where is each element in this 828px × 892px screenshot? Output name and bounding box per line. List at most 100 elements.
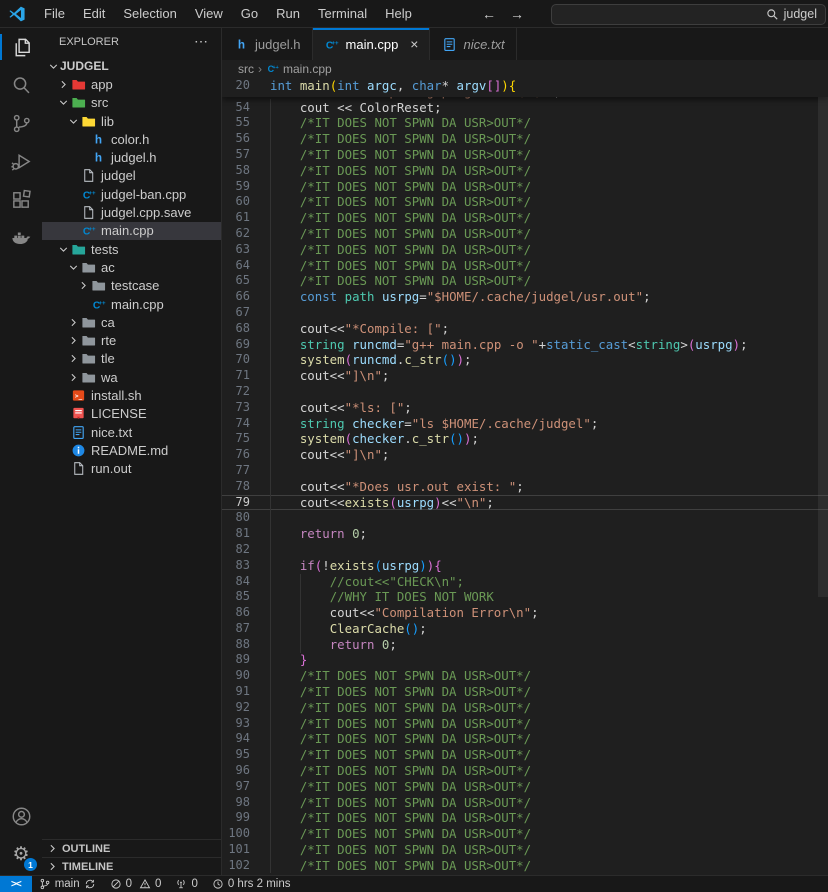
tree-item-testcase[interactable]: testcase xyxy=(42,277,221,295)
tree-item-ca[interactable]: ca xyxy=(42,313,221,331)
sticky-scroll-line[interactable]: 20int main(int argc, char* argv[]){ xyxy=(222,78,828,97)
breadcrumb-folder[interactable]: src xyxy=(238,62,254,76)
code-line[interactable]: 68 cout<<"*Compile: ["; xyxy=(222,321,828,337)
code-line[interactable]: 99 /*IT DOES NOT SPWN DA USR>OUT*/ xyxy=(222,810,828,826)
tree-item-src[interactable]: src xyxy=(42,94,221,112)
activity-source-control-icon[interactable] xyxy=(0,104,42,142)
vertical-scrollbar[interactable] xyxy=(818,97,828,597)
menu-file[interactable]: File xyxy=(35,0,74,27)
command-center-search[interactable]: judgel xyxy=(551,4,826,25)
code-line[interactable]: 75 system(checker.c_str()); xyxy=(222,431,828,447)
code-line[interactable]: 97 /*IT DOES NOT SPWN DA USR>OUT*/ xyxy=(222,779,828,795)
chevron-right-icon[interactable] xyxy=(66,315,80,329)
chevron-right-icon[interactable] xyxy=(76,279,90,293)
code-line[interactable]: 71 cout<<"]\n"; xyxy=(222,368,828,384)
tree-item-judgel-cpp-save[interactable]: judgel.cpp.save xyxy=(42,203,221,221)
menu-view[interactable]: View xyxy=(186,0,232,27)
tree-item-ac[interactable]: ac xyxy=(42,258,221,276)
panel-outline[interactable]: OUTLINE xyxy=(42,839,221,857)
code-line[interactable]: 59 /*IT DOES NOT SPWN DA USR>OUT*/ xyxy=(222,179,828,195)
code-line[interactable]: 85 //WHY IT DOES NOT WORK xyxy=(222,589,828,605)
activity-extensions-icon[interactable] xyxy=(0,180,42,218)
code-line[interactable]: 74 string checker="ls $HOME/.cache/judge… xyxy=(222,416,828,432)
code-line[interactable]: 55 /*IT DOES NOT SPWN DA USR>OUT*/ xyxy=(222,115,828,131)
tree-item-run-out[interactable]: run.out xyxy=(42,460,221,478)
activity-docker-icon[interactable] xyxy=(0,218,42,256)
code-line[interactable]: 82 xyxy=(222,542,828,558)
code-line[interactable]: 70 system(runcmd.c_str()); xyxy=(222,352,828,368)
code-line[interactable]: 54 cout << ColorReset; xyxy=(222,100,828,116)
code-line[interactable]: 80 xyxy=(222,510,828,526)
chevron-down-icon[interactable] xyxy=(46,59,60,73)
menu-selection[interactable]: Selection xyxy=(114,0,185,27)
code-line[interactable]: 94 /*IT DOES NOT SPWN DA USR>OUT*/ xyxy=(222,731,828,747)
activity-search-icon[interactable] xyxy=(0,66,42,104)
chevron-right-icon[interactable] xyxy=(66,352,80,366)
code-line[interactable]: 93 /*IT DOES NOT SPWN DA USR>OUT*/ xyxy=(222,716,828,732)
ports-indicator[interactable]: 0 xyxy=(168,876,204,892)
chevron-right-icon[interactable] xyxy=(56,77,70,91)
tree-item-tests[interactable]: tests xyxy=(42,240,221,258)
code-line[interactable]: 57 /*IT DOES NOT SPWN DA USR>OUT*/ xyxy=(222,147,828,163)
code-line-current[interactable]: 79 cout<<exists(usrpg)<<"\n"; xyxy=(222,495,828,511)
activity-run-debug-icon[interactable] xyxy=(0,142,42,180)
activity-explorer-icon[interactable] xyxy=(0,28,42,66)
problems-indicator[interactable]: 0 0 xyxy=(103,876,169,892)
code-line[interactable]: 91 /*IT DOES NOT SPWN DA USR>OUT*/ xyxy=(222,684,828,700)
chevron-down-icon[interactable] xyxy=(66,114,80,128)
code-line[interactable]: 67 xyxy=(222,305,828,321)
tab-judgel-h[interactable]: hjudgel.h xyxy=(222,28,313,60)
menu-help[interactable]: Help xyxy=(376,0,421,27)
code-line[interactable]: 95 /*IT DOES NOT SPWN DA USR>OUT*/ xyxy=(222,747,828,763)
code-line[interactable]: 56 /*IT DOES NOT SPWN DA USR>OUT*/ xyxy=(222,131,828,147)
menu-edit[interactable]: Edit xyxy=(74,0,114,27)
code-line[interactable]: 100 /*IT DOES NOT SPWN DA USR>OUT*/ xyxy=(222,826,828,842)
code-line[interactable]: 60 /*IT DOES NOT SPWN DA USR>OUT*/ xyxy=(222,194,828,210)
tree-item-judgel-h[interactable]: hjudgel.h xyxy=(42,148,221,166)
tree-item-main-cpp[interactable]: C++main.cpp xyxy=(42,295,221,313)
code-line[interactable]: 73 cout<<"*ls: ["; xyxy=(222,400,828,416)
chevron-down-icon[interactable] xyxy=(66,260,80,274)
tree-item-nice-txt[interactable]: nice.txt xyxy=(42,423,221,441)
tree-item-install-sh[interactable]: >_install.sh xyxy=(42,386,221,404)
code-line[interactable]: 102 /*IT DOES NOT SPWN DA USR>OUT*/ xyxy=(222,858,828,874)
tree-item-judgel-ban-cpp[interactable]: C++judgel-ban.cpp xyxy=(42,185,221,203)
code-line[interactable]: 98 /*IT DOES NOT SPWN DA USR>OUT*/ xyxy=(222,795,828,811)
tree-item-app[interactable]: app xyxy=(42,75,221,93)
code-line[interactable]: 92 /*IT DOES NOT SPWN DA USR>OUT*/ xyxy=(222,700,828,716)
tree-item-judgel[interactable]: judgel xyxy=(42,167,221,185)
code-line[interactable]: 81 return 0; xyxy=(222,526,828,542)
code-line[interactable]: 58 /*IT DOES NOT SPWN DA USR>OUT*/ xyxy=(222,163,828,179)
code-line[interactable]: 69 string runcmd="g++ main.cpp -o "+stat… xyxy=(222,337,828,353)
tree-item-color-h[interactable]: hcolor.h xyxy=(42,130,221,148)
tree-item-main-cpp[interactable]: C++main.cpp xyxy=(42,222,221,240)
code-line[interactable]: 83 if(!exists(usrpg)){ xyxy=(222,558,828,574)
back-arrow-icon[interactable]: ← xyxy=(482,6,496,22)
code-line[interactable]: 86 cout<<"Compilation Error\n"; xyxy=(222,605,828,621)
panel-timeline[interactable]: TIMELINE xyxy=(42,857,221,875)
chevron-right-icon[interactable] xyxy=(66,334,80,348)
tree-item-judgel[interactable]: JUDGEL xyxy=(42,57,221,75)
forward-arrow-icon[interactable]: → xyxy=(510,6,524,22)
chevron-down-icon[interactable] xyxy=(56,242,70,256)
code-line[interactable]: 20int main(int argc, char* argv[]){ xyxy=(222,78,516,94)
chevron-down-icon[interactable] xyxy=(56,96,70,110)
activity-settings-icon[interactable]: ⚙1 xyxy=(0,835,42,873)
tree-item-lib[interactable]: lib xyxy=(42,112,221,130)
code-line[interactable]: 64 /*IT DOES NOT SPWN DA USR>OUT*/ xyxy=(222,258,828,274)
code-line[interactable]: 84 //cout<<"CHECK\n"; xyxy=(222,574,828,590)
breadcrumb[interactable]: src › C++ main.cpp xyxy=(222,60,828,78)
close-icon[interactable]: × xyxy=(410,37,418,51)
menu-run[interactable]: Run xyxy=(267,0,309,27)
code-line[interactable]: 61 /*IT DOES NOT SPWN DA USR>OUT*/ xyxy=(222,210,828,226)
code-line[interactable]: 90 /*IT DOES NOT SPWN DA USR>OUT*/ xyxy=(222,668,828,684)
tab-nice-txt[interactable]: nice.txt xyxy=(430,28,516,60)
tree-item-license[interactable]: LICENSE xyxy=(42,405,221,423)
code-line[interactable]: 76 cout<<"]\n"; xyxy=(222,447,828,463)
code-line[interactable]: 78 cout<<"*Does usr.out exist: "; xyxy=(222,479,828,495)
code-line[interactable]: 88 return 0; xyxy=(222,637,828,653)
time-tracker-indicator[interactable]: 0 hrs 2 mins xyxy=(205,876,298,892)
more-actions-icon[interactable]: ⋯ xyxy=(194,33,209,50)
tree-item-wa[interactable]: wa xyxy=(42,368,221,386)
code-line[interactable]: 66 const path usrpg="$HOME/.cache/judgel… xyxy=(222,289,828,305)
